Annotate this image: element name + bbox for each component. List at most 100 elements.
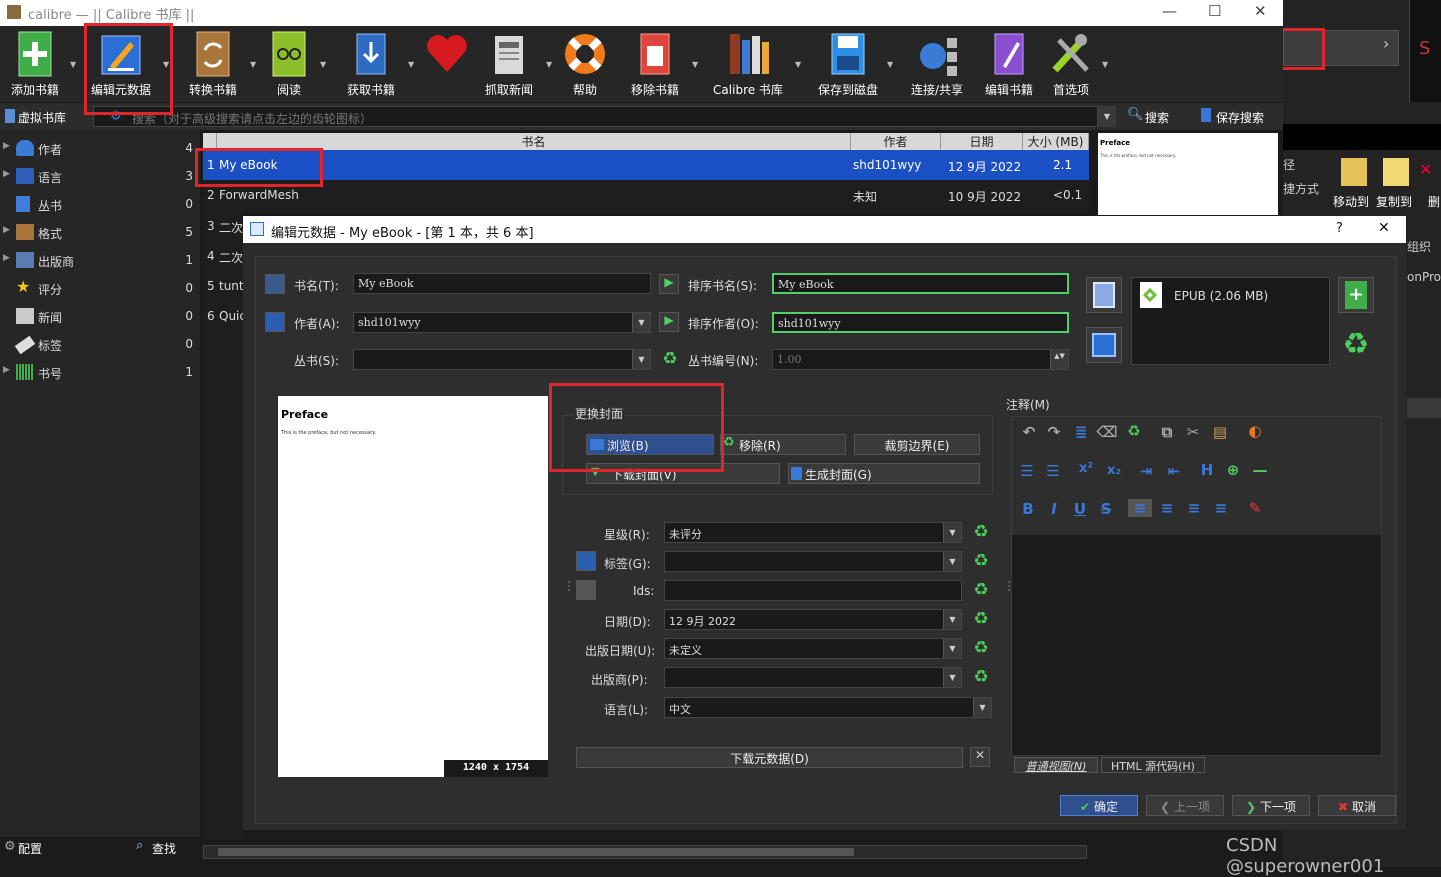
- arrow-right-icon[interactable]: ▶: [659, 274, 679, 294]
- align-left-icon[interactable]: ≡: [1128, 499, 1152, 517]
- tags-field[interactable]: ▼: [664, 551, 962, 572]
- format-entry[interactable]: EPUB (2.06 MB): [1174, 289, 1268, 303]
- trim-cover-button[interactable]: 裁剪边界(E): [854, 434, 980, 455]
- cut-icon[interactable]: ✂: [1181, 423, 1205, 441]
- publisher-field[interactable]: ▼: [664, 667, 962, 688]
- table-row[interactable]: 1 My eBook shd101wyy 12 9月 2022 2.1: [203, 150, 1089, 180]
- chevron-down-icon[interactable]: ▼: [973, 698, 991, 717]
- recycle-icon[interactable]: ♻: [659, 348, 681, 370]
- configure-button[interactable]: 配置: [18, 840, 42, 857]
- cover-image[interactable]: Preface This is the preface, but not nec…: [278, 396, 548, 777]
- swap-title-author-icon[interactable]: [265, 274, 285, 294]
- minimize-button[interactable]: —: [1162, 2, 1177, 20]
- clear-tags-button[interactable]: ♻: [970, 550, 992, 572]
- align-center-icon[interactable]: ≡: [1155, 499, 1179, 517]
- save-to-disk-button[interactable]: 保存到磁盘: [810, 30, 886, 98]
- chevron-down-icon[interactable]: ▼: [632, 350, 650, 369]
- column-header-date[interactable]: 日期: [941, 133, 1023, 150]
- donate-heart-button[interactable]: [412, 30, 482, 81]
- pubdate-field[interactable]: 未定义 ▼: [664, 638, 962, 659]
- clear-date-button[interactable]: ♻: [970, 608, 992, 630]
- heading-icon[interactable]: H: [1195, 461, 1219, 479]
- redo-icon[interactable]: ↷: [1042, 423, 1066, 441]
- virtual-library-button[interactable]: 虚拟书库: [18, 109, 66, 126]
- superscript-icon[interactable]: x²: [1074, 461, 1098, 476]
- ok-button[interactable]: ✔ 确定: [1060, 795, 1138, 816]
- subscript-icon[interactable]: x₂: [1102, 463, 1126, 478]
- gear-icon[interactable]: ⚙: [110, 109, 122, 124]
- bold-icon[interactable]: B: [1016, 500, 1040, 518]
- copy-to-button[interactable]: 复制到: [1376, 193, 1412, 210]
- sort-author-field[interactable]: shd101wyy: [772, 312, 1069, 333]
- remove-books-button[interactable]: 移除书籍: [620, 30, 690, 98]
- authors-icon[interactable]: [265, 312, 285, 332]
- format-cover-button[interactable]: [1086, 277, 1122, 313]
- paste-icon[interactable]: ▤: [1208, 423, 1232, 441]
- move-to-button[interactable]: 移动到: [1333, 193, 1369, 210]
- help-button[interactable]: ?: [1336, 221, 1343, 236]
- horizontal-rule-icon[interactable]: —: [1248, 461, 1272, 479]
- chevron-down-icon[interactable]: ▼: [632, 313, 650, 332]
- add-books-button[interactable]: 添加书籍: [0, 30, 70, 98]
- chevron-down-icon[interactable]: ▼: [943, 610, 961, 629]
- download-cover-button[interactable]: ▼ 下载封面(V): [586, 463, 780, 484]
- close-window-button[interactable]: ✕: [1254, 2, 1267, 20]
- color-palette-icon[interactable]: ◐: [1243, 422, 1267, 440]
- author-field[interactable]: shd101wyy ▼: [353, 312, 651, 333]
- table-row[interactable]: 2 ForwardMesh 未知 10 9月 2022 <0.1: [203, 180, 1089, 210]
- table-row[interactable]: 5 tunt: [203, 273, 244, 303]
- language-field[interactable]: 中文 ▼: [664, 697, 992, 718]
- table-row[interactable]: 3 二次: [203, 213, 243, 243]
- help-button[interactable]: 帮助: [550, 30, 620, 98]
- ordered-list-icon[interactable]: ☰: [1015, 462, 1039, 480]
- sidebar-item-news[interactable]: 新闻 0: [0, 303, 200, 331]
- maximize-button[interactable]: ☐: [1208, 2, 1221, 20]
- column-header-size[interactable]: 大小 (MB): [1023, 133, 1089, 150]
- paste-isbn-icon[interactable]: [576, 580, 596, 600]
- copy-icon[interactable]: ⧉: [1155, 423, 1179, 441]
- indent-icon[interactable]: ⇥: [1134, 462, 1158, 480]
- clear-publisher-button[interactable]: ♻: [970, 666, 992, 688]
- sidebar-item-formats[interactable]: ▶ 格式 5: [0, 219, 200, 247]
- find-button[interactable]: 查找: [152, 840, 176, 857]
- search-input[interactable]: ⚙ 搜索（对于高级搜索请点击左边的齿轮图标）: [93, 106, 1098, 127]
- edit-book-button[interactable]: 编辑书籍: [974, 30, 1044, 98]
- undo-icon[interactable]: ↶: [1017, 423, 1041, 441]
- save-search-button[interactable]: 保存搜索: [1216, 109, 1264, 126]
- tab-normal-view[interactable]: 普通视图(N): [1014, 757, 1098, 773]
- edit-format-button[interactable]: [1086, 327, 1122, 363]
- align-right-icon[interactable]: ≡: [1182, 499, 1206, 517]
- calibre-library-button[interactable]: Calibre 书库: [708, 30, 788, 98]
- close-dialog-button[interactable]: ✕: [1378, 220, 1390, 236]
- read-book-button[interactable]: 阅读: [254, 30, 324, 98]
- column-header-author[interactable]: 作者: [851, 133, 941, 150]
- cancel-button[interactable]: ✖ 取消: [1318, 795, 1396, 816]
- remove-format-button[interactable]: ♻: [1338, 327, 1374, 363]
- chevron-down-icon[interactable]: ▼: [943, 639, 961, 658]
- underline-icon[interactable]: U: [1068, 500, 1092, 518]
- clear-rating-button[interactable]: ♻: [970, 521, 992, 543]
- convert-books-button[interactable]: 转换书籍: [178, 30, 248, 98]
- connect-share-button[interactable]: 连接/共享: [900, 30, 974, 98]
- chevron-down-icon[interactable]: ▼: [943, 552, 961, 571]
- add-format-button[interactable]: +: [1338, 277, 1374, 313]
- edit-metadata-button[interactable]: 编辑元数据: [84, 30, 158, 98]
- sidebar-item-identifiers[interactable]: ▶ 书号 1: [0, 359, 200, 387]
- series-index-field[interactable]: 1.00 ▲▼: [772, 349, 1069, 370]
- preferences-button[interactable]: 首选项: [1036, 30, 1106, 98]
- insert-link-icon[interactable]: ⊕: [1221, 461, 1245, 479]
- title-field[interactable]: My eBook: [353, 273, 651, 294]
- next-button[interactable]: ❯ 下一项: [1232, 795, 1310, 816]
- clear-ids-button[interactable]: ♻: [970, 579, 992, 601]
- select-all-icon[interactable]: ≣: [1069, 423, 1093, 441]
- horizontal-scrollbar[interactable]: [203, 845, 1087, 859]
- date-field[interactable]: 12 9月 2022 ▼: [664, 609, 962, 630]
- recycle-icon[interactable]: ♻: [1122, 422, 1146, 440]
- splitter-handle[interactable]: ⋮: [563, 579, 575, 593]
- text-color-icon[interactable]: ✎: [1243, 499, 1267, 517]
- sidebar-item-rating[interactable]: ★ 评分 0: [0, 275, 200, 303]
- scrollbar-thumb[interactable]: [218, 848, 854, 856]
- get-books-button[interactable]: 获取书籍: [336, 30, 406, 98]
- align-justify-icon[interactable]: ≡: [1209, 499, 1233, 517]
- browse-cover-button[interactable]: 浏览(B): [586, 434, 714, 455]
